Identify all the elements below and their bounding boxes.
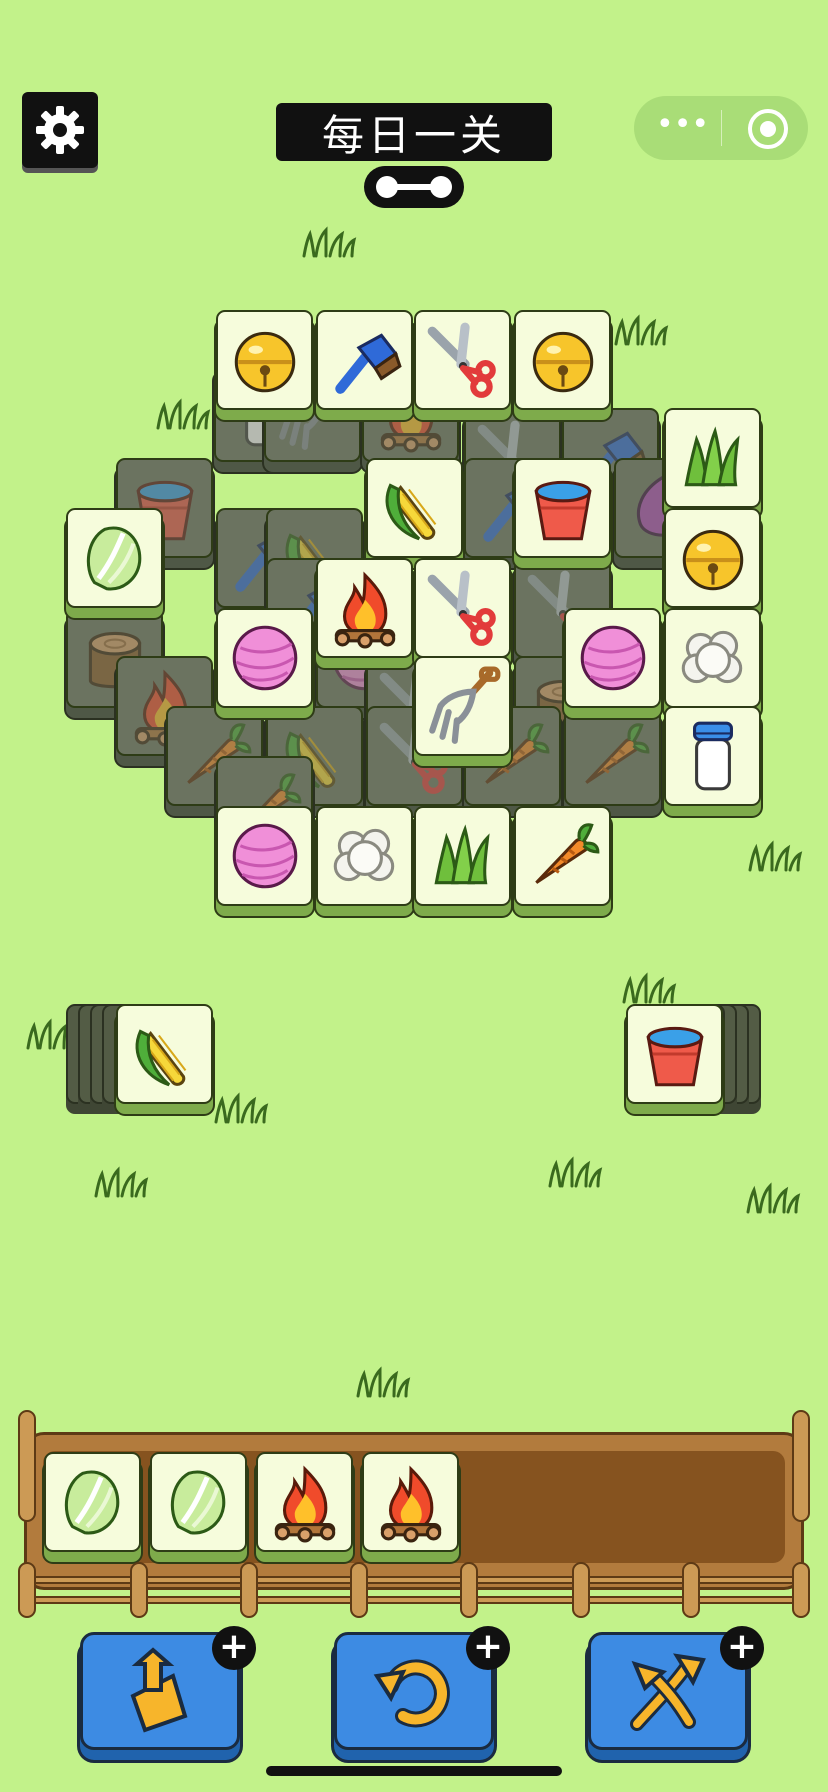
tile-grass[interactable] — [414, 806, 511, 906]
grass-decoration — [618, 972, 678, 1006]
tray-slot-fire — [256, 1452, 353, 1552]
move-out-icon — [130, 1647, 188, 1733]
tray-slot-fire — [362, 1452, 459, 1552]
tile-yarn[interactable] — [564, 608, 661, 708]
tile-wool[interactable] — [664, 608, 761, 708]
gear-icon — [36, 106, 84, 154]
mini-program-capsule: ••• — [634, 96, 808, 160]
grass-decoration — [544, 1156, 604, 1190]
grass-decoration — [210, 1092, 270, 1126]
tile-fire[interactable] — [316, 558, 413, 658]
grass-decoration — [742, 1182, 802, 1216]
tile-bucket[interactable] — [514, 458, 611, 558]
tile-brush[interactable] — [316, 310, 413, 410]
grass-decoration — [610, 314, 670, 348]
grass-decoration — [152, 398, 212, 432]
tile-carrot[interactable] — [514, 806, 611, 906]
tray-slot-cabbage — [44, 1452, 141, 1552]
more-button[interactable]: ••• — [656, 110, 709, 146]
tile-carrot-covered — [564, 706, 661, 806]
tile-fork[interactable] — [414, 656, 511, 756]
tile-shears[interactable] — [414, 310, 511, 410]
tile-bell[interactable] — [514, 310, 611, 410]
tray-slot-cabbage — [150, 1452, 247, 1552]
grass-decoration — [298, 226, 358, 260]
tile-wool[interactable] — [316, 806, 413, 906]
settings-button[interactable] — [22, 92, 98, 168]
tile-yarn[interactable] — [216, 806, 313, 906]
page-title: 每日一关 — [276, 103, 552, 161]
tile-milk[interactable] — [664, 706, 761, 806]
tile-grass[interactable] — [664, 408, 761, 508]
right-stack-top-bucket[interactable] — [626, 1004, 723, 1104]
undo-icon — [373, 1659, 450, 1728]
grass-decoration — [744, 840, 804, 874]
tile-bell[interactable] — [664, 508, 761, 608]
target-icon[interactable] — [748, 109, 788, 149]
tile-cabbage[interactable] — [66, 508, 163, 608]
add-shuffle-button[interactable]: + — [720, 1626, 764, 1670]
add-move-out-button[interactable]: + — [212, 1626, 256, 1670]
shuffle-icon — [630, 1653, 706, 1731]
tile-bell[interactable] — [216, 310, 313, 410]
tile-shears[interactable] — [414, 558, 511, 658]
tile-yarn[interactable] — [216, 608, 313, 708]
tile-corn[interactable] — [366, 458, 463, 558]
add-undo-button[interactable]: + — [466, 1626, 510, 1670]
home-indicator — [266, 1766, 562, 1776]
grass-decoration — [352, 1366, 412, 1400]
left-stack-top-corn[interactable] — [116, 1004, 213, 1104]
grass-decoration — [90, 1166, 150, 1200]
progress-pill-icon — [364, 166, 464, 208]
